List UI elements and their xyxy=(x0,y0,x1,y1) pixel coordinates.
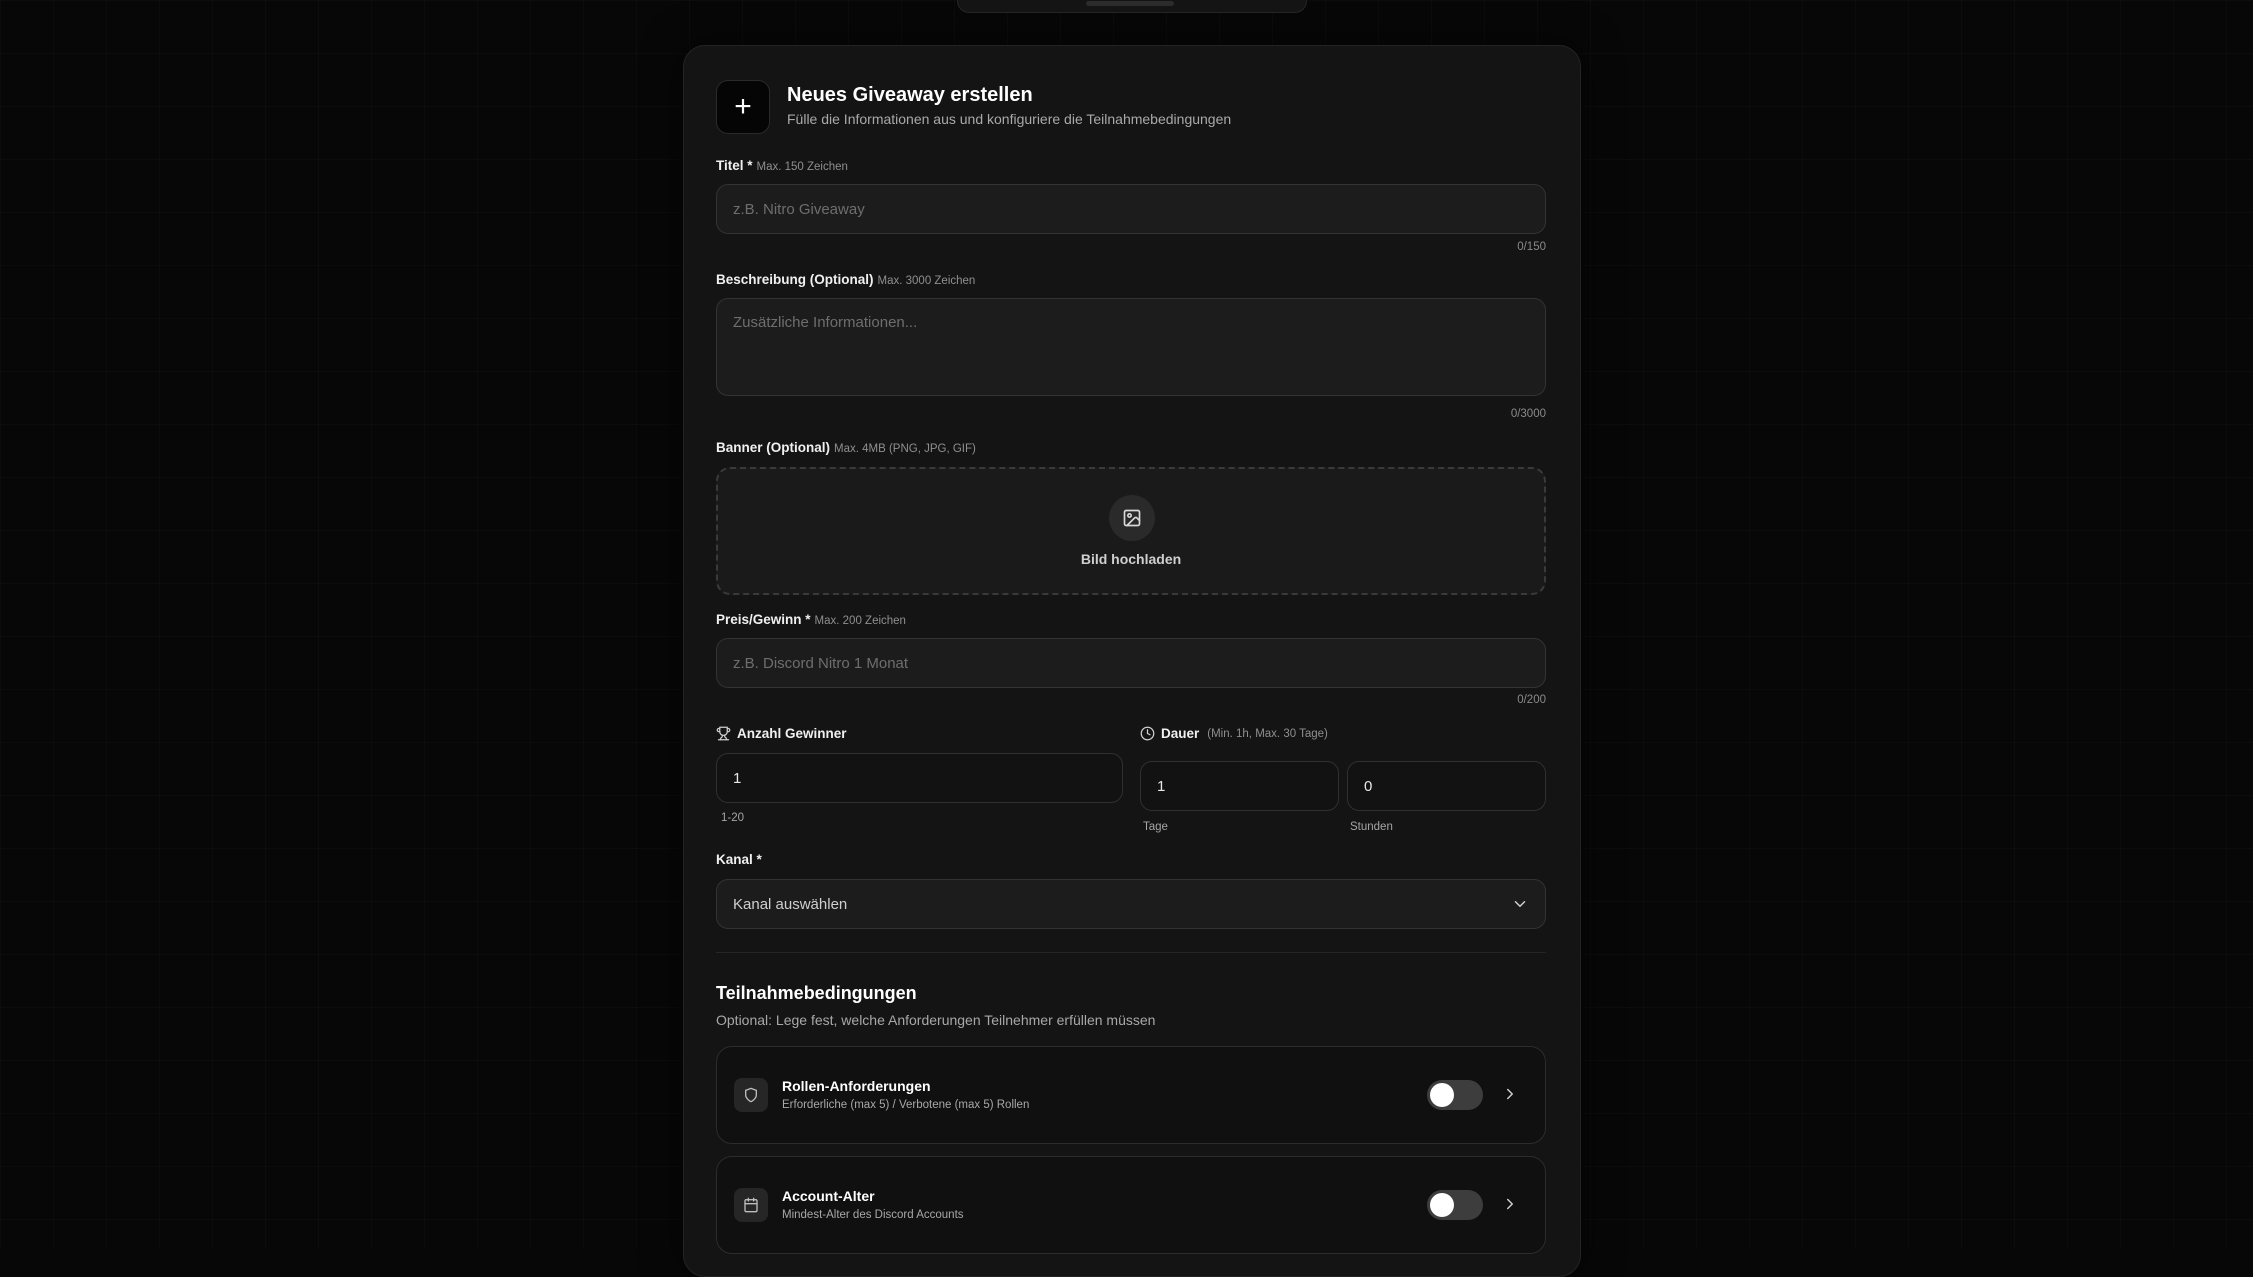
title-label: Titel * Max. 150 Zeichen xyxy=(716,158,848,173)
prize-hint: Max. 200 Zeichen xyxy=(815,615,906,627)
shield-icon xyxy=(734,1078,768,1112)
conditions-subtitle: Optional: Lege fest, welche Anforderunge… xyxy=(716,1012,1155,1028)
winners-label-text: Anzahl Gewinner xyxy=(737,726,847,741)
duration-days-label: Tage xyxy=(1143,821,1168,833)
image-icon xyxy=(1109,495,1155,541)
section-divider xyxy=(716,952,1546,953)
winners-range-note: 1-20 xyxy=(721,812,744,824)
chevron-down-icon xyxy=(1511,895,1529,917)
chevron-right-icon[interactable] xyxy=(1501,1195,1519,1218)
duration-hours-label: Stunden xyxy=(1350,821,1393,833)
prize-label-text: Preis/Gewinn * xyxy=(716,612,811,627)
duration-label: Dauer (Min. 1h, Max. 30 Tage) xyxy=(1140,726,1328,741)
duration-hours-input[interactable]: 0 xyxy=(1347,761,1546,811)
trophy-icon xyxy=(716,726,731,741)
calendar-icon xyxy=(734,1188,768,1222)
title-counter: 0/150 xyxy=(1386,241,1546,253)
condition-account-age[interactable]: Account-Alter Mindest-Alter des Discord … xyxy=(716,1156,1546,1254)
page-subtitle: Fülle die Informationen aus und konfigur… xyxy=(787,111,1231,127)
plus-icon: + xyxy=(716,80,770,134)
channel-select-value: Kanal auswählen xyxy=(733,896,847,913)
toggle-knob xyxy=(1430,1083,1454,1107)
duration-days-input[interactable]: 1 xyxy=(1140,761,1339,811)
create-giveaway-card: + Neues Giveaway erstellen Fülle die Inf… xyxy=(683,45,1581,1277)
toggle-knob xyxy=(1430,1193,1454,1217)
duration-label-text: Dauer xyxy=(1161,726,1199,741)
title-label-text: Titel * xyxy=(716,158,753,173)
description-hint: Max. 3000 Zeichen xyxy=(878,275,976,287)
prize-counter: 0/200 xyxy=(1386,694,1546,706)
condition-description: Erforderliche (max 5) / Verbotene (max 5… xyxy=(782,1099,1029,1111)
winners-label: Anzahl Gewinner xyxy=(716,726,847,741)
condition-description: Mindest-Alter des Discord Accounts xyxy=(782,1209,964,1221)
role-requirements-toggle[interactable] xyxy=(1427,1080,1483,1110)
clock-icon xyxy=(1140,726,1155,741)
account-age-toggle[interactable] xyxy=(1427,1190,1483,1220)
title-hint: Max. 150 Zeichen xyxy=(757,161,848,173)
prize-input[interactable]: z.B. Discord Nitro 1 Monat xyxy=(716,638,1546,688)
upload-label: Bild hochladen xyxy=(718,551,1544,567)
banner-upload-dropzone[interactable]: Bild hochladen xyxy=(716,467,1546,595)
page-title: Neues Giveaway erstellen xyxy=(787,84,1033,107)
conditions-title: Teilnahmebedingungen xyxy=(716,983,917,1004)
title-input[interactable]: z.B. Nitro Giveaway xyxy=(716,184,1546,234)
condition-role-requirements[interactable]: Rollen-Anforderungen Erforderliche (max … xyxy=(716,1046,1546,1144)
description-counter: 0/3000 xyxy=(1386,408,1546,420)
condition-title: Rollen-Anforderungen xyxy=(782,1078,931,1094)
channel-label: Kanal * xyxy=(716,852,762,867)
description-label: Beschreibung (Optional) Max. 3000 Zeichen xyxy=(716,272,975,287)
chevron-right-icon[interactable] xyxy=(1501,1085,1519,1108)
prize-label: Preis/Gewinn * Max. 200 Zeichen xyxy=(716,612,906,627)
description-textarea[interactable]: Zusätzliche Informationen... xyxy=(716,298,1546,396)
duration-hint: (Min. 1h, Max. 30 Tage) xyxy=(1207,728,1328,740)
winners-input[interactable]: 1 xyxy=(716,753,1123,803)
condition-title: Account-Alter xyxy=(782,1188,875,1204)
channel-select[interactable]: Kanal auswählen xyxy=(716,879,1546,929)
banner-hint: Max. 4MB (PNG, JPG, GIF) xyxy=(834,443,976,455)
top-bar xyxy=(957,0,1307,13)
banner-label: Banner (Optional) Max. 4MB (PNG, JPG, GIF… xyxy=(716,440,976,455)
description-label-text: Beschreibung (Optional) xyxy=(716,272,874,287)
banner-label-text: Banner (Optional) xyxy=(716,440,830,455)
top-bar-handle xyxy=(1086,1,1174,6)
